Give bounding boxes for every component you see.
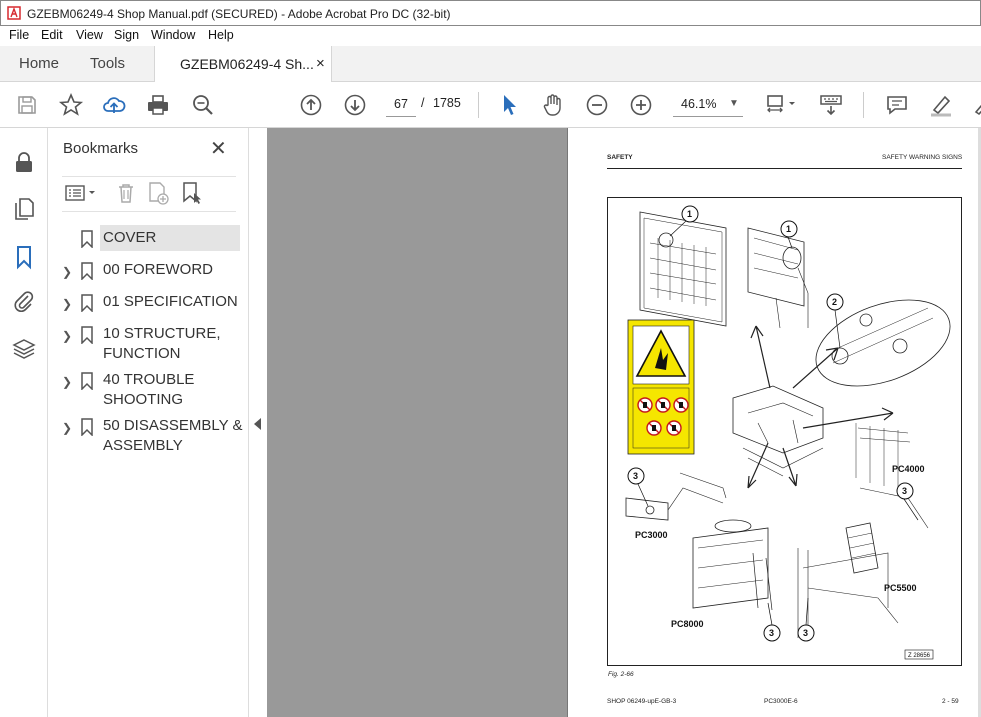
callout-3d: 3 [803,628,808,638]
left-navigation-rail [0,128,48,717]
label-pc4000: PC4000 [892,464,925,474]
lock-icon[interactable] [11,150,37,176]
bookmarks-panel: Bookmarks ✕ COVER ❯ 00 FOREWORD ❯ 01 SPE… [48,128,248,717]
zoom-level-value: 46.1% [681,97,717,111]
highlight-pen-icon[interactable] [928,92,954,118]
page-header-left: SAFETY [607,154,633,161]
bookmark-panel-icon[interactable] [11,244,37,270]
collapse-panel-icon[interactable] [254,418,261,430]
bookmark-label: 40 TROUBLE SHOOTING [103,371,195,408]
page-thumbnails-icon[interactable] [11,196,37,222]
menu-view[interactable]: View [76,28,103,42]
menu-edit[interactable]: Edit [41,28,63,42]
new-bookmark-icon[interactable] [146,181,170,205]
save-icon[interactable] [14,92,40,118]
tab-document-label: GZEBM06249-4 Sh... [180,56,314,72]
menu-help[interactable]: Help [208,28,234,42]
bookmark-icon [81,262,93,280]
bookmark-label: 01 SPECIFICATION [103,293,238,310]
chevron-down-icon: ▼ [729,98,739,109]
page-total: 1785 [433,96,461,110]
callout-1b: 1 [786,224,791,234]
label-pc8000: PC8000 [671,619,704,629]
bookmarks-title: Bookmarks [63,140,139,157]
bookmark-icon [81,326,93,344]
expand-chevron-icon[interactable]: ❯ [62,372,72,392]
hand-tool-icon[interactable] [540,92,566,118]
next-page-icon[interactable] [342,92,368,118]
header-rule [607,168,962,169]
label-pc5500: PC5500 [884,583,917,593]
select-cursor-icon[interactable] [496,92,522,118]
star-icon[interactable] [58,92,84,118]
toolbar-divider-2 [863,92,864,118]
toolbar-divider [478,92,479,118]
bookmark-label: COVER [103,229,157,246]
figure-code: Z 28656 [908,653,931,659]
expand-chevron-icon[interactable]: ❯ [62,262,72,282]
tab-close-icon[interactable]: × [316,46,325,82]
cloud-upload-icon[interactable] [101,92,127,118]
callout-3c: 3 [769,628,774,638]
page-footer-center: PC3000E-6 [764,698,798,705]
bookmarks-toolbar [62,176,236,212]
zoom-level-select[interactable]: 46.1% ▼ [673,92,743,117]
tab-bar: Home Tools GZEBM06249-4 Sh... × [0,46,981,83]
tab-document[interactable]: GZEBM06249-4 Sh... × [154,46,332,83]
window-title: GZEBM06249-4 Shop Manual.pdf (SECURED) -… [27,7,451,21]
callout-1a: 1 [687,209,692,219]
panel-splitter[interactable] [248,128,267,717]
find-bookmark-icon[interactable] [180,181,204,205]
close-icon[interactable]: ✕ [210,136,227,161]
page-footer-left: SHOP 06249-upE-GB-3 [607,698,677,705]
previous-page-icon[interactable] [298,92,324,118]
bookmark-label: 00 FOREWORD [103,261,214,278]
toolbar: 67 / 1785 46.1% ▼ [0,82,981,128]
callout-3b: 3 [902,486,907,496]
bookmark-icon [81,372,93,390]
warning-decal [627,319,695,455]
bookmark-icon [81,294,93,312]
pdf-page: SAFETY SAFETY WARNING SIGNS 1 1 2 3 3 3 … [567,128,981,717]
layers-icon[interactable] [11,336,37,362]
label-pc3000: PC3000 [635,530,668,540]
comment-icon[interactable] [884,92,910,118]
bookmark-label: 10 STRUCTURE, FUNCTION [103,325,221,362]
bookmark-icon [81,418,93,436]
figure-frame: 1 1 2 3 3 3 3 PC3000 PC4000 PC5500 PC800… [607,197,962,666]
callout-2: 2 [832,297,837,307]
page-separator: / [421,96,425,110]
tab-tools[interactable]: Tools [90,46,125,82]
page-number-input[interactable]: 67 [386,92,416,117]
expand-chevron-icon[interactable]: ❯ [62,326,72,346]
draw-tool-icon[interactable] [970,92,981,118]
print-icon[interactable] [145,92,171,118]
acrobat-logo-icon [7,6,21,20]
menu-sign[interactable]: Sign [114,28,139,42]
zoom-out-icon[interactable] [584,92,610,118]
page-fit-icon[interactable] [764,92,800,118]
options-menu-icon[interactable] [64,181,98,205]
expand-chevron-icon[interactable]: ❯ [62,294,72,314]
page-footer-right: 2 - 59 [942,698,959,705]
delete-bookmark-icon[interactable] [114,181,138,205]
expand-chevron-icon[interactable]: ❯ [62,418,72,438]
tab-home[interactable]: Home [19,46,59,82]
bookmark-icon [81,230,93,248]
title-bar: GZEBM06249-4 Shop Manual.pdf (SECURED) -… [0,0,981,26]
attachment-icon[interactable] [11,288,37,314]
callout-3a: 3 [633,471,638,481]
figure-caption: Fig. 2-66 [608,671,634,678]
menu-bar: File Edit View Sign Window Help [0,26,981,46]
zoom-in-icon[interactable] [628,92,654,118]
document-viewport[interactable]: SAFETY SAFETY WARNING SIGNS 1 1 2 3 3 3 … [267,128,981,717]
safety-signs-figure: 1 1 2 3 3 3 3 PC3000 PC4000 PC5500 PC800… [625,205,951,660]
page-header-right: SAFETY WARNING SIGNS [882,154,963,161]
menu-file[interactable]: File [9,28,29,42]
bookmark-label: 50 DISASSEMBLY & ASSEMBLY [103,417,243,454]
keyboard-scroll-icon[interactable] [818,92,844,118]
zoom-search-icon[interactable] [190,92,216,118]
menu-window[interactable]: Window [151,28,195,42]
